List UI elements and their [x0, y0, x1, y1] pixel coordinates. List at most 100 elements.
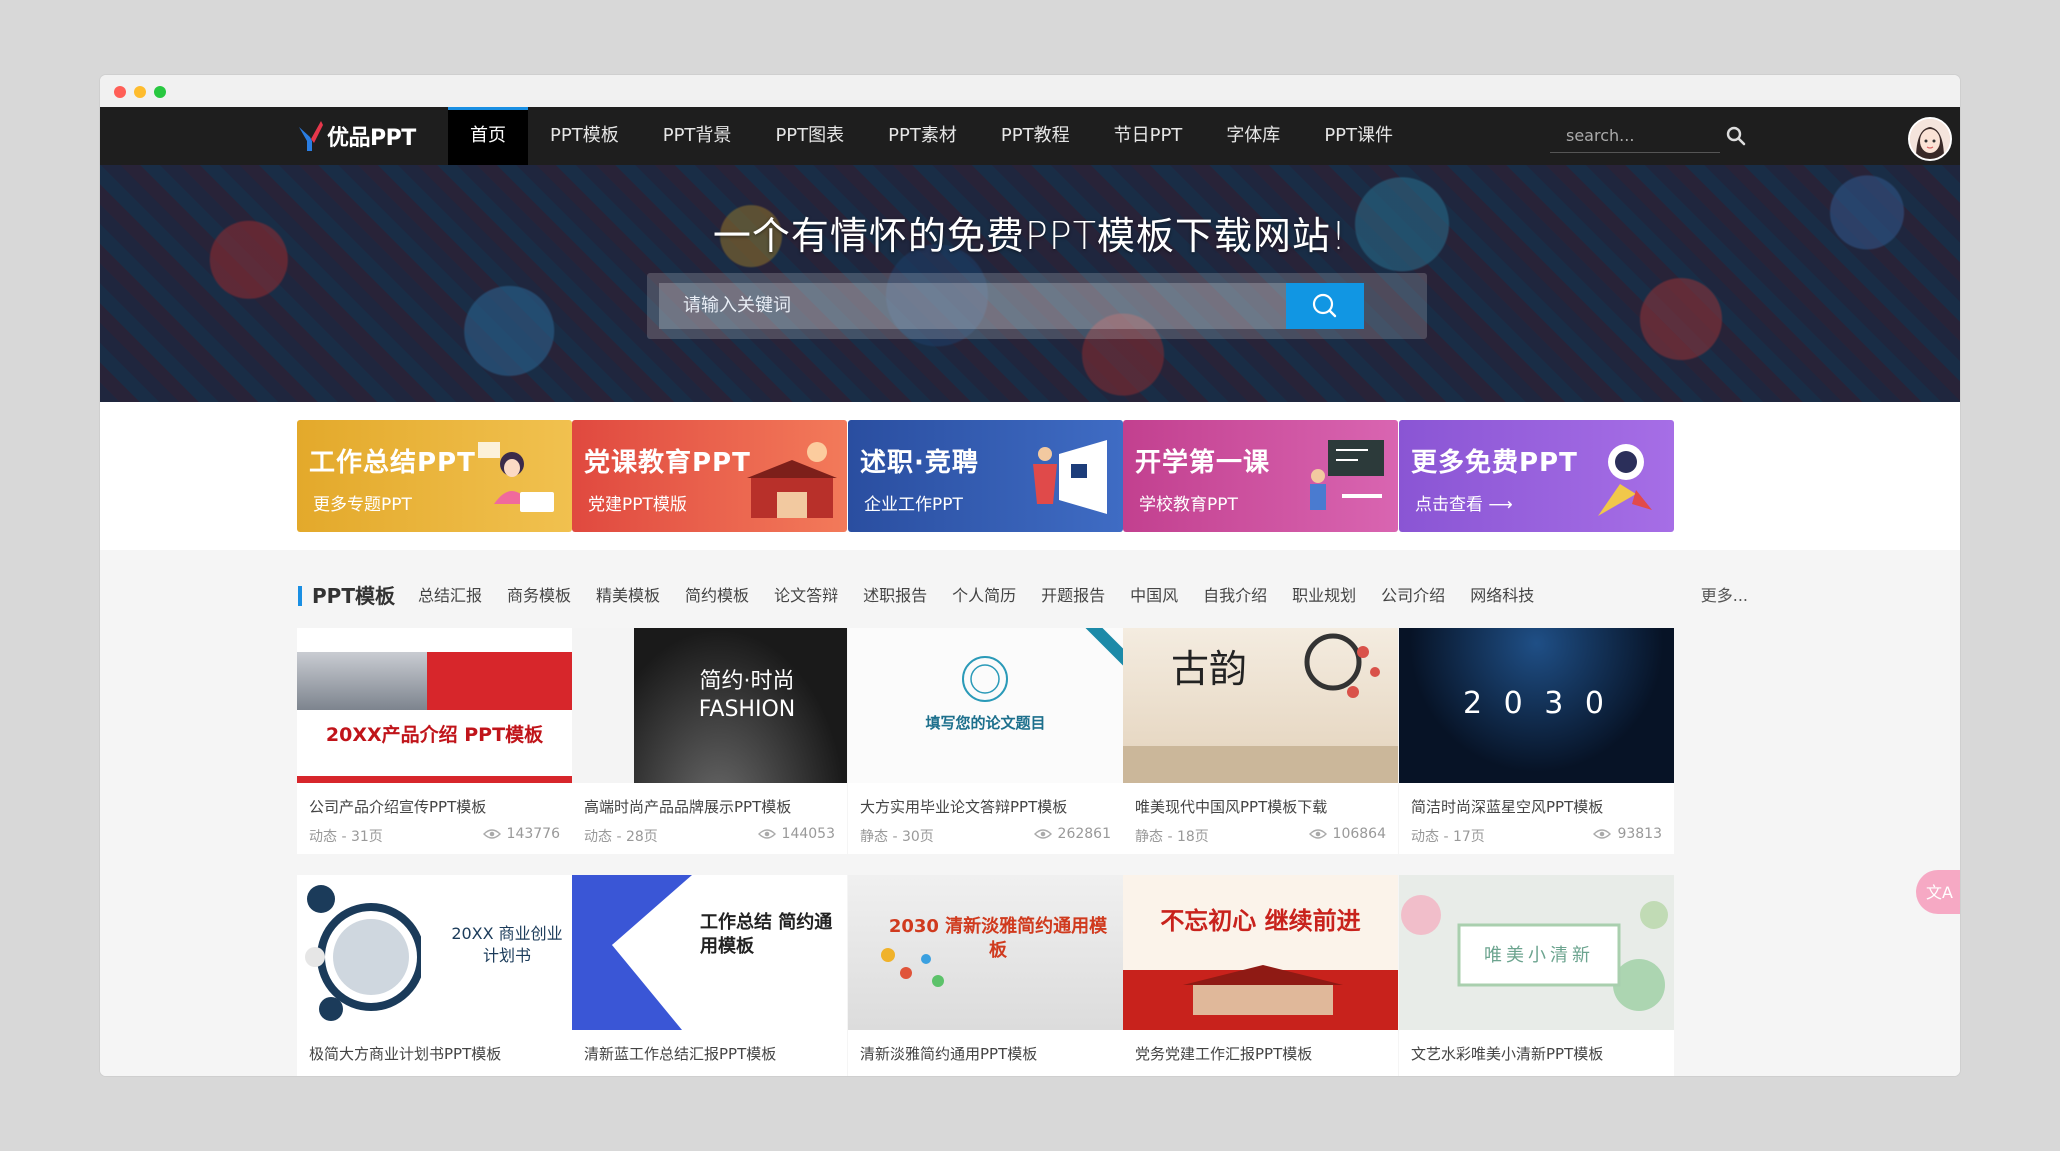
nav-item-holiday-ppt[interactable]: 节日PPT	[1092, 107, 1205, 165]
search-icon[interactable]	[1726, 126, 1746, 146]
nav-search-input[interactable]: search...	[1550, 121, 1720, 153]
nav-item-ppt-backgrounds[interactable]: PPT背景	[641, 107, 754, 165]
card-title[interactable]: 党务党建工作汇报PPT模板	[1135, 1043, 1312, 1064]
tiananmen-icon	[1183, 965, 1343, 1015]
tag-chinese-style[interactable]: 中国风	[1130, 584, 1178, 608]
banner-work-summary[interactable]: 工作总结PPT 更多专题PPT	[297, 420, 572, 532]
banner-more-free[interactable]: 更多免费PPT 点击查看 ⟶	[1399, 420, 1674, 532]
view-count: 106864	[1332, 826, 1386, 842]
site-logo[interactable]: 优品PPT	[297, 119, 416, 153]
card-title[interactable]: 大方实用毕业论文答辩PPT模板	[860, 796, 1067, 817]
tag-exquisite[interactable]: 精美模板	[596, 584, 660, 608]
window-titlebar	[100, 75, 1960, 107]
woman-laptop-illustration-icon	[478, 442, 554, 512]
section-title[interactable]: PPT模板	[312, 584, 395, 608]
astronaut-rocket-icon	[1598, 444, 1652, 516]
hero-search-box: 请输入关键词	[647, 273, 1427, 339]
card-thumbnail[interactable]: 填写您的论文题目	[848, 628, 1123, 783]
nav-item-ppt-materials[interactable]: PPT素材	[866, 107, 979, 165]
more-link[interactable]: 更多...	[1701, 584, 1748, 608]
card-title[interactable]: 文艺水彩唯美小清新PPT模板	[1411, 1043, 1603, 1064]
view-count: 143776	[506, 826, 560, 842]
tag-resume[interactable]: 个人简历	[952, 584, 1016, 608]
nav-item-home[interactable]: 首页	[448, 107, 528, 165]
card-thumbnail[interactable]: 20XX 商业创业计划书	[297, 875, 572, 1030]
user-avatar[interactable]	[1908, 117, 1952, 161]
nav-item-fonts[interactable]: 字体库	[1204, 107, 1302, 165]
banner-title: 开学第一课	[1135, 448, 1271, 478]
card-thumbnail[interactable]: 简约·时尚 FASHION	[572, 628, 847, 783]
tag-career-plan[interactable]: 职业规划	[1292, 584, 1356, 608]
translate-icon: 文A	[1926, 883, 1953, 902]
tag-work-report[interactable]: 述职报告	[863, 584, 927, 608]
banner-subtitle: 企业工作PPT	[864, 495, 963, 515]
tag-thesis-defense[interactable]: 论文答辩	[774, 584, 838, 608]
search-icon	[1312, 293, 1337, 318]
businessman-illustration-icon	[1033, 440, 1107, 514]
eye-icon	[757, 829, 776, 839]
template-card[interactable]: 唯美小清新 文艺水彩唯美小清新PPT模板	[1399, 875, 1674, 1076]
eye-icon	[482, 829, 501, 839]
template-card[interactable]: 不忘初心 继续前进 党务党建工作汇报PPT模板	[1123, 875, 1398, 1076]
card-thumbnail[interactable]: 2030 清新淡雅简约通用模板	[848, 875, 1123, 1030]
card-views: 144053	[757, 826, 835, 842]
card-thumbnail[interactable]: 20XX产品介绍 PPT模板	[297, 628, 572, 783]
template-card[interactable]: 古韵 唯美现代中国风PPT模板下载 静态 - 18页 106864	[1123, 628, 1398, 854]
tiananmen-illustration-icon	[747, 442, 837, 518]
translate-button[interactable]: 文A	[1916, 870, 1960, 914]
template-card[interactable]: 2030 清新淡雅简约通用模板 清新淡雅简约通用PPT模板	[848, 875, 1123, 1076]
tag-summary-report[interactable]: 总结汇报	[418, 584, 482, 608]
card-title[interactable]: 唯美现代中国风PPT模板下载	[1135, 796, 1327, 817]
banner-title: 述职·竞聘	[860, 448, 979, 478]
template-card[interactable]: 工作总结 简约通用模板 清新蓝工作总结汇报PPT模板	[572, 875, 847, 1076]
card-thumbnail[interactable]: 古韵	[1123, 628, 1398, 783]
maximize-window-button[interactable]	[154, 86, 166, 98]
template-card[interactable]: 填写您的论文题目 大方实用毕业论文答辩PPT模板 静态 - 30页 262861	[848, 628, 1123, 854]
card-thumbnail[interactable]: 2 0 3 0	[1399, 628, 1674, 783]
close-window-button[interactable]	[114, 86, 126, 98]
card-meta: 动态 - 17页	[1411, 829, 1485, 845]
banner-party-education[interactable]: 党课教育PPT 党建PPT模版	[572, 420, 847, 532]
card-thumbnail[interactable]: 不忘初心 继续前进	[1123, 875, 1398, 1030]
banner-report-compete[interactable]: 述职·竞聘 企业工作PPT	[848, 420, 1123, 532]
tag-tech[interactable]: 网络科技	[1470, 584, 1534, 608]
view-count: 93813	[1617, 826, 1662, 842]
template-card[interactable]: 简约·时尚 FASHION 高端时尚产品品牌展示PPT模板 动态 - 28页 1…	[572, 628, 847, 854]
nav-item-ppt-tutorials[interactable]: PPT教程	[979, 107, 1092, 165]
tag-business[interactable]: 商务模板	[507, 584, 571, 608]
svg-text:文A: 文A	[1926, 883, 1953, 902]
university-seal-icon	[962, 656, 1008, 702]
card-title[interactable]: 清新蓝工作总结汇报PPT模板	[584, 1043, 776, 1064]
tag-proposal-report[interactable]: 开题报告	[1041, 584, 1105, 608]
card-thumb-text: 填写您的论文题目	[925, 714, 1046, 732]
section-accent-bar	[298, 586, 302, 606]
card-title[interactable]: 高端时尚产品品牌展示PPT模板	[584, 796, 791, 817]
banner-subtitle: 学校教育PPT	[1139, 495, 1238, 515]
card-title[interactable]: 极简大方商业计划书PPT模板	[309, 1043, 501, 1064]
circles-decoration-icon	[305, 885, 421, 1021]
tag-company-intro[interactable]: 公司介绍	[1381, 584, 1445, 608]
hero-search-input[interactable]: 请输入关键词	[659, 283, 1286, 329]
card-thumbnail[interactable]: 工作总结 简约通用模板	[572, 875, 847, 1030]
nav-item-ppt-courseware[interactable]: PPT课件	[1302, 107, 1415, 165]
tag-self-intro[interactable]: 自我介绍	[1203, 584, 1267, 608]
view-count: 144053	[781, 826, 835, 842]
template-card[interactable]: 2 0 3 0 简洁时尚深蓝星空风PPT模板 动态 - 17页 93813	[1399, 628, 1674, 854]
banner-title: 工作总结PPT	[309, 448, 476, 478]
template-card[interactable]: 20XX 商业创业计划书 极简大方商业计划书PPT模板	[297, 875, 572, 1076]
eye-icon	[1593, 829, 1612, 839]
tag-simple[interactable]: 简约模板	[685, 584, 749, 608]
minimize-window-button[interactable]	[134, 86, 146, 98]
card-title[interactable]: 清新淡雅简约通用PPT模板	[860, 1043, 1037, 1064]
view-count: 262861	[1057, 826, 1111, 842]
eye-icon	[1308, 829, 1327, 839]
card-thumb-text: 简约·时尚 FASHION	[698, 669, 796, 722]
card-title[interactable]: 公司产品介绍宣传PPT模板	[309, 796, 486, 817]
card-thumbnail[interactable]: 唯美小清新	[1399, 875, 1674, 1030]
hero-search-button[interactable]	[1286, 283, 1364, 329]
card-title[interactable]: 简洁时尚深蓝星空风PPT模板	[1411, 796, 1603, 817]
nav-item-ppt-charts[interactable]: PPT图表	[753, 107, 866, 165]
nav-item-ppt-templates[interactable]: PPT模板	[528, 107, 641, 165]
template-card[interactable]: 20XX产品介绍 PPT模板 公司产品介绍宣传PPT模板 动态 - 31页 14…	[297, 628, 572, 854]
banner-first-class[interactable]: 开学第一课 学校教育PPT	[1123, 420, 1398, 532]
